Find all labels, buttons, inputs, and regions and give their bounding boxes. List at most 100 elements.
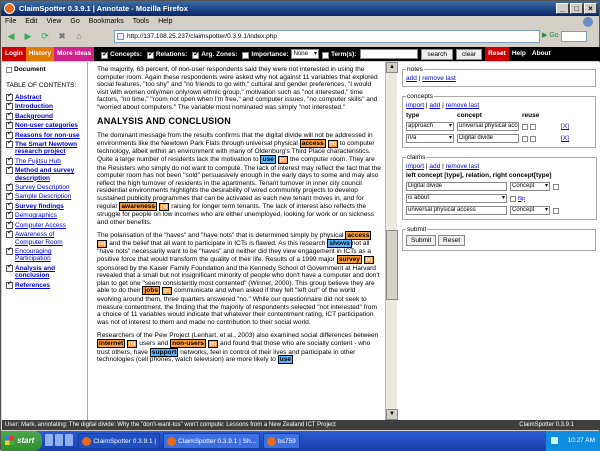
more-ideas-button[interactable]: More ideas — [54, 47, 95, 61]
menu-view[interactable]: View — [46, 16, 61, 28]
claim-right-field[interactable]: universal physical access — [406, 206, 507, 215]
toc-checkbox[interactable] — [6, 182, 13, 192]
concept-type-select[interactable]: approach — [406, 122, 454, 131]
annotation-marker[interactable]: (n) — [158, 202, 170, 211]
menu-bookmarks[interactable]: Bookmarks — [89, 16, 124, 28]
menu-file[interactable]: File — [5, 16, 16, 28]
toc-link[interactable]: Abstract — [15, 94, 41, 101]
toc-item[interactable]: Non-user categories — [6, 120, 84, 130]
toc-link[interactable]: Computer Access — [15, 222, 66, 229]
toc-link[interactable]: Demographics — [15, 212, 57, 219]
claim-right-type-select[interactable]: Concept — [510, 206, 550, 215]
toc-item[interactable]: References — [6, 280, 84, 289]
toc-link[interactable]: References — [15, 282, 50, 289]
menu-edit[interactable]: Edit — [25, 16, 37, 28]
toc-item[interactable]: Survey Description — [6, 182, 84, 192]
annotation-use[interactable]: use — [277, 355, 294, 365]
search-button[interactable]: search — [421, 48, 453, 60]
go-button[interactable]: ▶ Go — [542, 31, 559, 39]
terms-input[interactable] — [360, 49, 419, 59]
toc-checkbox[interactable] — [6, 156, 13, 165]
toc-item[interactable]: Demographics — [6, 210, 84, 220]
annotation-shows[interactable]: shows — [327, 238, 352, 248]
toc-checkbox[interactable] — [6, 246, 13, 255]
toc-link[interactable]: Background — [15, 113, 53, 120]
concept-type-select[interactable]: n/a — [406, 134, 454, 143]
reuse-checkbox[interactable] — [530, 135, 536, 142]
reset-button[interactable]: Reset — [485, 47, 509, 61]
taskbar-item[interactable]: ClaimSpotter 0.3.9.1 | Sh... — [163, 433, 261, 449]
clear-button[interactable]: clear — [456, 48, 483, 60]
annotation-access[interactable]: access — [299, 138, 326, 148]
importance-checkbox[interactable] — [242, 51, 250, 59]
toc-checkbox[interactable] — [6, 280, 13, 289]
document-toggle[interactable]: Document — [6, 66, 84, 73]
annotation-marker[interactable]: (n) — [277, 155, 289, 164]
annotation-marker[interactable]: (n) — [161, 287, 173, 296]
close-button[interactable]: × — [584, 3, 597, 14]
toc-link[interactable]: Awareness of Computer Room — [15, 231, 84, 246]
reload-icon[interactable]: ⟳ — [38, 30, 52, 43]
toc-checkbox[interactable] — [6, 165, 13, 175]
toc-item[interactable]: The Fujitsu Hub — [6, 156, 84, 165]
annotation-survey[interactable]: survey — [336, 255, 362, 265]
annotation-use[interactable]: use — [260, 154, 276, 164]
annotation-marker[interactable]: (n) — [363, 256, 375, 265]
toc-item[interactable]: Sample Description — [6, 191, 84, 201]
toc-item[interactable]: Method and survey description — [6, 165, 84, 182]
document-checkbox[interactable] — [6, 66, 12, 73]
toc-checkbox[interactable] — [6, 201, 13, 210]
toc-item[interactable]: Analysis and conclusion — [6, 263, 84, 280]
toc-item[interactable]: Reasons for non-use — [6, 130, 84, 139]
importance-select[interactable]: None — [290, 49, 319, 59]
toc-item[interactable]: Awareness of Computer Room — [6, 229, 84, 246]
forward-icon[interactable]: ▶ — [21, 30, 35, 43]
toc-link[interactable]: Method and survey description — [15, 167, 84, 182]
toc-link[interactable]: Reasons for non-use — [15, 132, 80, 139]
toc-link[interactable]: Non-user categories — [15, 122, 78, 129]
reuse-checkbox[interactable] — [530, 123, 536, 130]
menu-tools[interactable]: Tools — [133, 16, 149, 28]
toc-checkbox[interactable] — [6, 229, 13, 239]
document-scrollbar[interactable]: ▲ ▼ — [385, 62, 398, 420]
toc-checkbox[interactable] — [6, 191, 13, 201]
toc-link[interactable]: Introduction — [15, 103, 53, 110]
concepts-add-link[interactable]: add — [429, 102, 440, 109]
annotation-internet[interactable]: internet — [97, 339, 126, 348]
toc-item[interactable]: Survey findings — [6, 201, 84, 210]
toc-link[interactable]: Analysis and conclusion — [15, 265, 84, 280]
menu-go[interactable]: Go — [70, 16, 79, 28]
scroll-down-icon[interactable]: ▼ — [386, 409, 398, 420]
annotation-marker[interactable]: (n) — [127, 340, 138, 348]
claim-left-field[interactable]: Digital divide — [406, 182, 507, 191]
claims-import-link[interactable]: import — [406, 163, 424, 170]
about-button[interactable]: About — [529, 47, 554, 61]
toc-checkbox[interactable] — [6, 111, 13, 120]
concept-text-field[interactable]: universal physical access — [457, 122, 519, 131]
reuse-checkbox[interactable] — [522, 135, 528, 142]
taskbar-item[interactable]: bs759 — [263, 433, 300, 449]
concept-remove-link[interactable]: [X] — [561, 135, 581, 142]
quick-launch-icon[interactable] — [45, 434, 54, 446]
annotation-awareness[interactable]: awareness — [119, 201, 158, 211]
toc-item[interactable]: Encouraging Participation — [6, 246, 84, 263]
terms-checkbox[interactable] — [321, 51, 329, 59]
toc-checkbox[interactable] — [6, 120, 13, 130]
toc-link[interactable]: The Smart Newtown research project — [15, 141, 84, 156]
claims-add-link[interactable]: add — [429, 163, 440, 170]
toc-checkbox[interactable] — [6, 92, 13, 101]
concept-text-field[interactable]: Digital divide — [457, 134, 519, 143]
annotation-non-users[interactable]: non-users — [170, 339, 206, 348]
notes-add-link[interactable]: add — [406, 75, 417, 82]
toc-link[interactable]: Sample Description — [15, 193, 71, 200]
flip-link[interactable]: flip — [518, 196, 525, 202]
annotation-marker[interactable]: (n) — [327, 139, 338, 148]
toc-checkbox[interactable] — [6, 139, 13, 149]
submit-button[interactable]: Submit — [406, 235, 437, 246]
argzones-checkbox[interactable] — [192, 50, 200, 59]
annotation-marker[interactable]: (n) — [97, 239, 108, 248]
login-button[interactable]: Login — [2, 47, 26, 61]
toc-checkbox[interactable] — [6, 101, 13, 111]
relations-checkbox[interactable] — [146, 50, 154, 59]
toc-item[interactable]: The Smart Newtown research project — [6, 139, 84, 156]
